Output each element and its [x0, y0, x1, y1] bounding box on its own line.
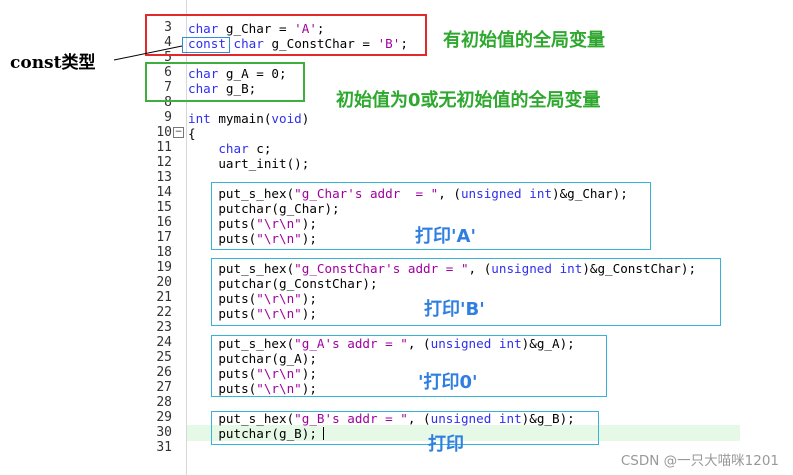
line-number: 25: [156, 350, 172, 365]
line-number: 29: [156, 410, 172, 425]
const-keyword-box: [182, 37, 230, 53]
print-box: [211, 411, 599, 445]
code-line[interactable]: char c;: [188, 141, 271, 156]
fold-toggle-icon[interactable]: −: [173, 127, 184, 138]
line-number: 31: [156, 440, 172, 455]
print-A-label: 打印'A': [415, 226, 476, 247]
code-line[interactable]: {: [188, 126, 196, 141]
line-number: 10: [156, 125, 172, 140]
line-number: 16: [156, 215, 172, 230]
line-number: 13: [156, 170, 172, 185]
print-0-box: [211, 335, 607, 397]
line-number: 17: [156, 230, 172, 245]
line-number: 22: [156, 305, 172, 320]
line-number: 20: [156, 275, 172, 290]
line-number: 19: [156, 260, 172, 275]
line-number: 18: [156, 245, 172, 260]
const-type-label: const类型: [10, 53, 96, 73]
line-number: 9: [164, 110, 172, 125]
line-number: 27: [156, 380, 172, 395]
code-line[interactable]: int mymain(void): [188, 111, 309, 126]
line-number: 14: [156, 185, 172, 200]
line-number: 12: [156, 155, 172, 170]
line-number: 11: [156, 140, 172, 155]
initialized-globals-label: 有初始值的全局变量: [443, 30, 605, 51]
uninitialized-globals-label: 初始值为0或无初始值的全局变量: [336, 90, 601, 111]
line-number: 23: [156, 320, 172, 335]
line-number: 24: [156, 335, 172, 350]
line-number: 28: [156, 395, 172, 410]
print-B-label: 打印'B': [424, 299, 485, 320]
const-pointer-line: [113, 45, 183, 61]
print-0-label: '打印0': [418, 372, 478, 393]
watermark: CSDN @一只大喵咪1201: [620, 453, 779, 469]
line-number: 15: [156, 200, 172, 215]
code-line[interactable]: uart_init();: [188, 156, 309, 171]
line-number: 21: [156, 290, 172, 305]
print-label: 打印: [428, 434, 464, 455]
line-number: 26: [156, 365, 172, 380]
uninitialized-globals-box: [145, 62, 305, 102]
line-number: 30: [156, 425, 172, 440]
